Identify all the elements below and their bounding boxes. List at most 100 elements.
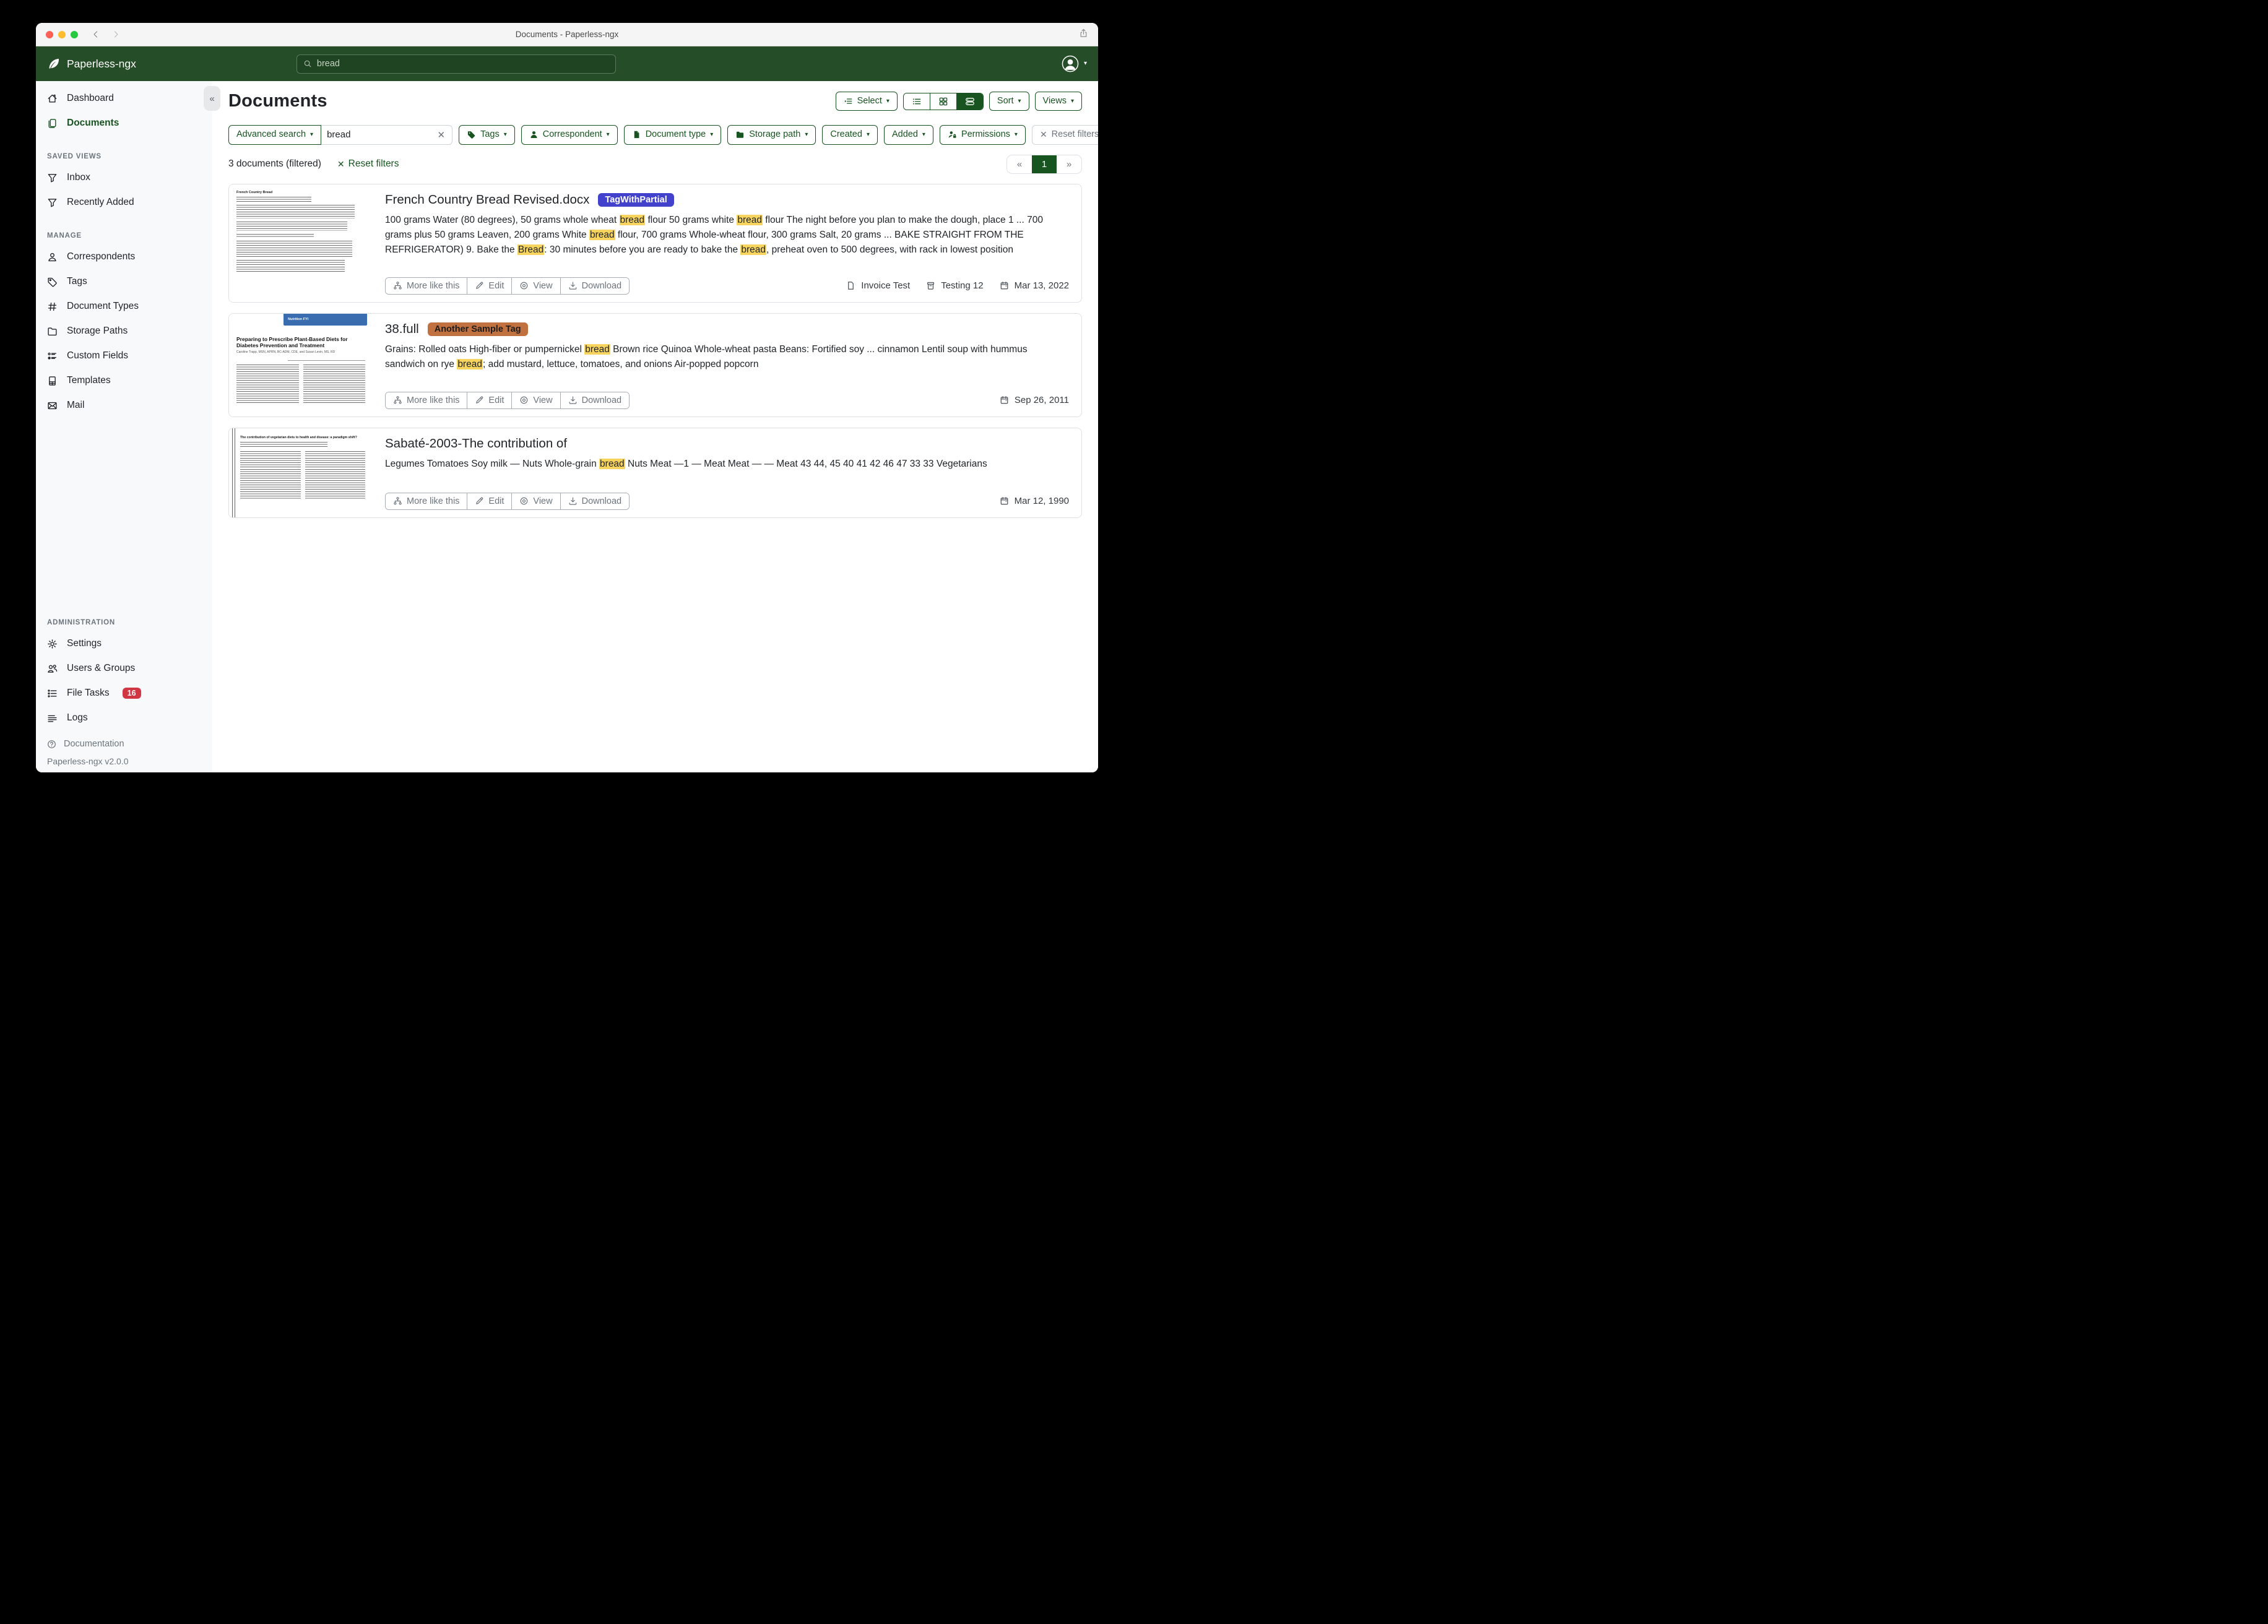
user-menu[interactable]: ▾ bbox=[1061, 54, 1087, 73]
share-icon[interactable] bbox=[1079, 28, 1088, 38]
back-icon[interactable] bbox=[92, 30, 100, 38]
view-mode-detail-button[interactable] bbox=[956, 93, 983, 110]
sidebar-item-dashboard[interactable]: Dashboard bbox=[36, 86, 212, 111]
caret-down-icon: ▾ bbox=[922, 132, 925, 138]
filter-permissions-button[interactable]: Permissions▾ bbox=[940, 125, 1026, 145]
view-button[interactable]: View bbox=[511, 278, 560, 294]
sidebar-item-mail[interactable]: Mail bbox=[36, 393, 212, 418]
gear-icon bbox=[47, 639, 58, 649]
tasks-icon bbox=[47, 688, 58, 699]
download-button[interactable]: Download bbox=[560, 278, 630, 294]
global-search-input[interactable] bbox=[317, 59, 609, 69]
download-button[interactable]: Download bbox=[560, 493, 630, 509]
select-button[interactable]: Select ▾ bbox=[836, 92, 898, 111]
reset-filters-link[interactable]: ✕ Reset filters bbox=[337, 158, 399, 170]
document-type-icon bbox=[632, 130, 641, 139]
action-label: More like this bbox=[407, 395, 459, 405]
funnel-icon bbox=[47, 197, 58, 208]
brand-label: Paperless-ngx bbox=[67, 58, 136, 71]
sidebar-item-logs[interactable]: Logs bbox=[36, 706, 212, 730]
document-title[interactable]: 38.full bbox=[385, 322, 419, 337]
edit-button[interactable]: Edit bbox=[467, 392, 511, 408]
sidebar-collapse-button[interactable]: « bbox=[204, 86, 220, 111]
view-mode-table-button[interactable] bbox=[904, 93, 930, 110]
thumbnail-text-lines bbox=[236, 365, 299, 404]
filter-storage-path-button[interactable]: Storage path▾ bbox=[727, 125, 816, 145]
close-button[interactable] bbox=[46, 31, 53, 38]
download-button[interactable]: Download bbox=[560, 392, 630, 408]
filter-tags-button[interactable]: Tags▾ bbox=[459, 125, 515, 145]
filter-document-type-button[interactable]: Document type▾ bbox=[624, 125, 722, 145]
filter-label: Created bbox=[830, 129, 862, 141]
metadata-item[interactable]: Testing 12 bbox=[926, 280, 983, 291]
brand[interactable]: Paperless-ngx bbox=[47, 57, 136, 71]
sidebar-item-users-groups[interactable]: Users & Groups bbox=[36, 656, 212, 681]
documentation-link[interactable]: Documentation bbox=[47, 739, 201, 749]
funnel-icon bbox=[47, 173, 58, 183]
calendar-icon bbox=[1000, 281, 1009, 290]
filter-label: Tags bbox=[480, 129, 500, 141]
edit-button[interactable]: Edit bbox=[467, 278, 511, 294]
page-number-button[interactable]: 1 bbox=[1032, 155, 1057, 173]
document-title[interactable]: Sabaté-2003-The contribution of bbox=[385, 436, 567, 451]
sidebar-item-inbox[interactable]: Inbox bbox=[36, 165, 212, 190]
sidebar-item-correspondents[interactable]: Correspondents bbox=[36, 244, 212, 269]
document-tag[interactable]: TagWithPartial bbox=[598, 193, 673, 207]
sidebar-item-templates[interactable]: Templates bbox=[36, 368, 212, 393]
action-label: View bbox=[533, 281, 552, 291]
sidebar-item-tags[interactable]: Tags bbox=[36, 269, 212, 294]
more-like-this-button[interactable]: More like this bbox=[386, 392, 467, 408]
document-card: Nutrition FYIPreparing to Prescribe Plan… bbox=[228, 313, 1082, 417]
sidebar-item-label: Mail bbox=[67, 400, 84, 411]
document-title[interactable]: French Country Bread Revised.docx bbox=[385, 192, 589, 207]
document-thumbnail[interactable]: The contribution of vegetarian diets to … bbox=[229, 428, 373, 517]
view-button[interactable]: View bbox=[511, 493, 560, 509]
sidebar-item-storage-paths[interactable]: Storage Paths bbox=[36, 319, 212, 343]
caret-down-icon: ▾ bbox=[867, 132, 870, 138]
view-mode-grid-button[interactable] bbox=[930, 93, 956, 110]
document-excerpt: 100 grams Water (80 degrees), 50 grams w… bbox=[385, 213, 1069, 257]
sidebar-item-custom-fields[interactable]: Custom Fields bbox=[36, 343, 212, 368]
edit-button[interactable]: Edit bbox=[467, 493, 511, 509]
more-like-this-button[interactable]: More like this bbox=[386, 278, 467, 294]
x-icon: ✕ bbox=[1040, 129, 1047, 140]
metadata-item[interactable]: Mar 12, 1990 bbox=[1000, 496, 1069, 506]
filter-query-input[interactable] bbox=[327, 129, 436, 140]
app-window: Documents - Paperless-ngx Paperless-ngx … bbox=[36, 23, 1098, 772]
more-like-this-button[interactable]: More like this bbox=[386, 493, 467, 509]
metadata-item[interactable]: Invoice Test bbox=[846, 280, 910, 291]
clear-query-icon[interactable]: ✕ bbox=[436, 129, 447, 140]
document-thumbnail[interactable]: Nutrition FYIPreparing to Prescribe Plan… bbox=[229, 314, 373, 417]
advanced-search-button[interactable]: Advanced search ▾ bbox=[228, 125, 321, 145]
zoom-button[interactable] bbox=[71, 31, 78, 38]
forward-icon[interactable] bbox=[112, 30, 120, 38]
metadata-item[interactable]: Mar 13, 2022 bbox=[1000, 280, 1069, 291]
views-button[interactable]: Views ▾ bbox=[1035, 92, 1082, 111]
sidebar-item-settings[interactable]: Settings bbox=[36, 631, 212, 656]
view-button[interactable]: View bbox=[511, 392, 560, 408]
filter-correspondent-button[interactable]: Correspondent▾ bbox=[521, 125, 618, 145]
action-label: Download bbox=[582, 496, 622, 506]
page-prev-button[interactable]: « bbox=[1007, 155, 1032, 173]
reset-filters-button[interactable]: ✕ Reset filters bbox=[1032, 125, 1098, 145]
sidebar-item-document-types[interactable]: Document Types bbox=[36, 294, 212, 319]
filter-added-button[interactable]: Added▾ bbox=[884, 125, 933, 145]
sidebar-item-recently-added[interactable]: Recently Added bbox=[36, 190, 212, 215]
document-tag[interactable]: Another Sample Tag bbox=[428, 322, 528, 336]
thumbnail-text-lines bbox=[236, 234, 314, 238]
search-highlight: Bread bbox=[517, 244, 544, 255]
document-thumbnail[interactable]: French Country Bread bbox=[229, 184, 373, 302]
metadata-item[interactable]: Sep 26, 2011 bbox=[1000, 395, 1069, 405]
sort-button[interactable]: Sort ▾ bbox=[989, 92, 1029, 111]
filter-label: Correspondent bbox=[543, 129, 602, 141]
search-highlight: bread bbox=[589, 230, 615, 240]
caret-down-icon: ▾ bbox=[310, 132, 313, 138]
sidebar-item-documents[interactable]: Documents bbox=[36, 111, 212, 136]
pencil-icon bbox=[475, 281, 484, 290]
sidebar-item-file-tasks[interactable]: File Tasks16 bbox=[36, 681, 212, 706]
filter-created-button[interactable]: Created ▾ bbox=[822, 125, 878, 145]
sidebar-item-label: File Tasks bbox=[67, 688, 110, 699]
minimize-button[interactable] bbox=[58, 31, 66, 38]
action-label: Edit bbox=[488, 395, 504, 405]
page-next-button[interactable]: » bbox=[1057, 155, 1081, 173]
